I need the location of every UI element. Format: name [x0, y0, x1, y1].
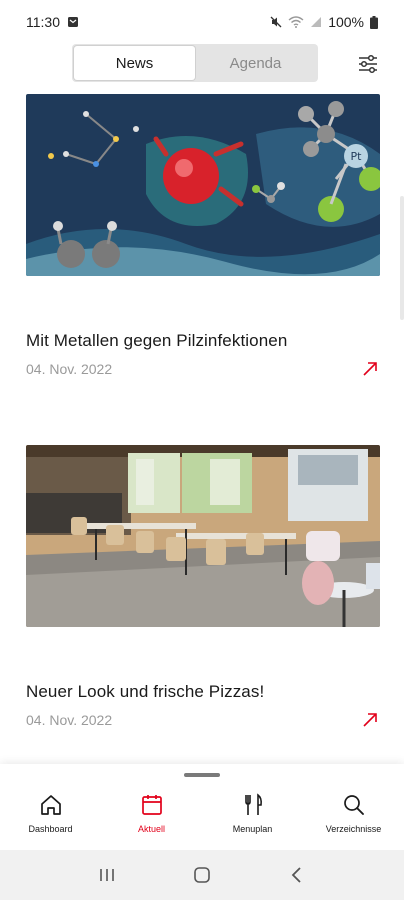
article-date: 04. Nov. 2022: [26, 361, 113, 377]
recent-apps-button[interactable]: [95, 863, 119, 887]
recent-apps-icon: [100, 869, 115, 881]
nav-label-aktuell: Aktuell: [137, 824, 165, 834]
scroll-indicator: [400, 196, 404, 320]
calendar-icon: [141, 795, 162, 815]
news-card[interactable]: Pt Mit Metallen gegen Pilzinfektionen 04…: [26, 94, 383, 377]
nav-item-dashboard[interactable]: Dashboard: [0, 792, 101, 834]
home-button[interactable]: [190, 863, 214, 887]
wifi-icon: [288, 16, 304, 28]
external-link-arrow-icon[interactable]: [362, 361, 378, 377]
tab-agenda-label: Agenda: [229, 54, 282, 72]
nav-item-menuplan[interactable]: Menuplan: [202, 792, 303, 834]
article-title[interactable]: Mit Metallen gegen Pilzinfektionen: [26, 331, 380, 351]
status-bar: 11:30 100%: [0, 0, 404, 44]
tab-agenda[interactable]: Agenda: [195, 46, 316, 80]
nav-label-dashboard: Dashboard: [28, 824, 73, 834]
system-navigation-bar: [0, 850, 404, 900]
nav-item-aktuell[interactable]: Aktuell: [101, 792, 202, 834]
news-agenda-toggle: News Agenda: [72, 44, 318, 82]
bottom-navigation: Dashboard Aktuell Menuplan Verzeichnisse: [0, 764, 404, 850]
article-title[interactable]: Neuer Look und frische Pizzas!: [26, 682, 380, 702]
nav-bar: Dashboard Aktuell Menuplan Verzeichnisse: [0, 792, 404, 834]
filter-sliders-icon[interactable]: [356, 52, 380, 76]
news-card[interactable]: Neuer Look und frische Pizzas! 04. Nov. …: [26, 445, 380, 728]
nav-item-verzeichnisse[interactable]: Verzeichnisse: [303, 792, 404, 834]
status-time: 11:30: [26, 14, 60, 30]
back-chevron-icon: [291, 867, 301, 883]
house-icon: [40, 795, 61, 815]
cutlery-icon: [244, 793, 262, 815]
external-link-arrow-icon[interactable]: [362, 712, 378, 728]
status-left: 11:30: [26, 14, 78, 30]
nav-label-verzeichnisse: Verzeichnisse: [325, 824, 382, 834]
battery-icon: [370, 15, 378, 29]
battery-percentage: 100%: [328, 14, 364, 30]
signal-icon: [311, 17, 322, 27]
search-icon: [343, 795, 364, 815]
pt-label: Pt: [351, 150, 363, 163]
mute-icon: [270, 16, 282, 28]
article-image-molecules: Pt: [26, 94, 383, 276]
home-icon: [194, 867, 210, 883]
tab-news[interactable]: News: [74, 46, 195, 80]
article-meta: 04. Nov. 2022: [26, 712, 380, 728]
mail-notification-icon: [68, 17, 78, 27]
drag-handle[interactable]: [184, 773, 220, 777]
back-button[interactable]: [285, 863, 309, 887]
status-right: 100%: [270, 14, 378, 30]
article-image-cafeteria: [26, 445, 380, 627]
article-meta: 04. Nov. 2022: [26, 361, 380, 377]
tab-news-label: News: [115, 54, 154, 72]
top-bar: News Agenda: [0, 44, 404, 84]
article-date: 04. Nov. 2022: [26, 712, 113, 728]
nav-label-menuplan: Menuplan: [232, 824, 273, 834]
news-feed: Pt Mit Metallen gegen Pilzinfektionen 04…: [26, 94, 383, 728]
